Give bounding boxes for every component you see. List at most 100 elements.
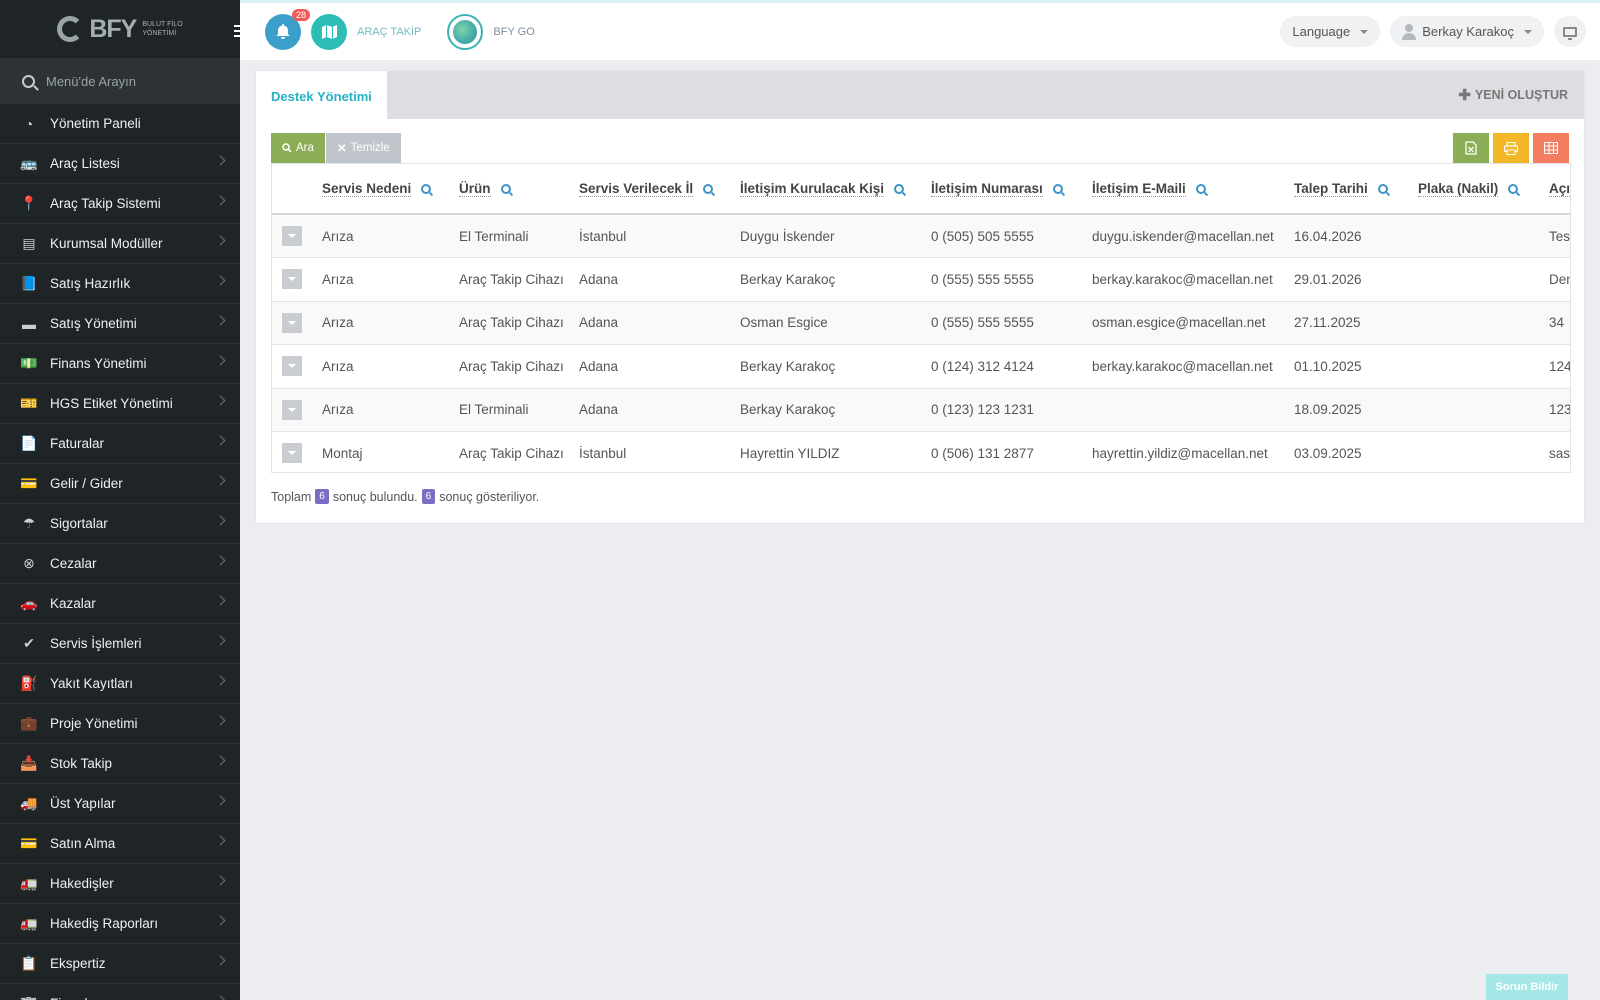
clear-button[interactable]: ✕ Temizle: [326, 133, 401, 163]
column-filter-search-icon[interactable]: [500, 184, 511, 194]
sidebar-item-11[interactable]: ⊗ Cezalar: [0, 544, 240, 584]
hamburger-menu-icon[interactable]: [223, 14, 240, 48]
sidebar-item-label: Faturalar: [50, 436, 105, 451]
display-button[interactable]: [1554, 16, 1586, 47]
sidebar-item-2[interactable]: 📍 Araç Takip Sistemi: [0, 184, 240, 224]
bfy-go-logo-icon: [453, 19, 478, 44]
expand-row-button[interactable]: [282, 226, 302, 246]
table-row[interactable]: Arıza Araç Takip Cihazı Adana Osman Esgice 0…: [272, 301, 1570, 345]
sidebar-item-label: Satın Alma: [50, 836, 116, 851]
sidebar-item-1[interactable]: 🚌 Araç Listesi: [0, 144, 240, 184]
bfy-go-link[interactable]: BFY GO: [493, 26, 534, 38]
user-menu[interactable]: Berkay Karakoç: [1390, 16, 1544, 47]
report-issue-button[interactable]: Sorun Bildir: [1486, 974, 1568, 1000]
sidebar-item-6[interactable]: 💵 Finans Yönetimi: [0, 344, 240, 384]
expand-row-button[interactable]: [282, 269, 302, 290]
column-header[interactable]: Talep Tarihi: [1294, 164, 1418, 215]
money-icon: 💵: [20, 355, 38, 371]
sidebar-item-7[interactable]: 🎫 HGS Etiket Yönetimi: [0, 384, 240, 424]
sidebar-item-22[interactable]: 🏢 Firmalar: [0, 984, 240, 1000]
table-row[interactable]: Arıza Araç Takip Cihazı Adana Berkay Karako…: [272, 257, 1570, 302]
columns-button[interactable]: [1533, 133, 1569, 163]
table-row[interactable]: Arıza El Terminali İstanbul Duygu İskender 0…: [272, 214, 1570, 258]
expand-row-button[interactable]: [282, 312, 302, 333]
column-header[interactable]: Servis Verilecek İl: [579, 164, 740, 215]
table-cell: 0 (124) 312 4124: [931, 344, 1092, 389]
column-header[interactable]: İletişim Numarası: [931, 164, 1092, 215]
column-header[interactable]: Servis Nedeni: [322, 164, 459, 215]
inbox-icon: 📥: [20, 755, 38, 771]
sidebar-item-10[interactable]: ☂ Sigortalar: [0, 504, 240, 544]
arac-takip-link[interactable]: ARAÇ TAKİP: [357, 26, 421, 38]
table-cell: 0 (123) 123 1231: [931, 388, 1092, 432]
column-header[interactable]: Açıl: [1549, 164, 1570, 215]
table-cell: [1418, 301, 1549, 345]
sidebar-item-0[interactable]: ◔ Yönetim Paneli: [0, 104, 240, 144]
chevron-right-icon: [215, 915, 226, 926]
sidebar-item-3[interactable]: ▤ Kurumsal Modüller: [0, 224, 240, 264]
logo[interactable]: BFY BULUT FİLO YÖNETİMİ: [57, 14, 183, 44]
print-button[interactable]: [1493, 133, 1529, 163]
map-button[interactable]: [311, 13, 347, 50]
table-cell: Berkay Karakoç: [740, 257, 931, 302]
sidebar-item-20[interactable]: 🚛 Hakediş Raporları: [0, 904, 240, 944]
sidebar-item-4[interactable]: 📘 Satış Hazırlık: [0, 264, 240, 304]
chevron-right-icon: [215, 435, 226, 446]
table-row[interactable]: Arıza Araç Takip Cihazı Adana Berkay Karako…: [272, 344, 1570, 389]
table-cell: Test: [1549, 214, 1570, 258]
chevron-right-icon: [215, 875, 226, 886]
column-header[interactable]: Ürün: [459, 164, 579, 215]
result-summary: Toplam 6 sonuç bulundu. 6 sonuç gösteril…: [271, 489, 539, 504]
sidebar-item-14[interactable]: ⛽ Yakıt Kayıtları: [0, 664, 240, 704]
sidebar-item-15[interactable]: 💼 Proje Yönetimi: [0, 704, 240, 744]
map-pin-icon: 📍: [20, 195, 38, 211]
column-filter-search-icon[interactable]: [703, 184, 714, 194]
column-filter-search-icon[interactable]: [1195, 184, 1206, 194]
sidebar-item-13[interactable]: ✔ Servis İşlemleri: [0, 624, 240, 664]
bfy-go-button[interactable]: [447, 13, 484, 50]
sidebar-item-5[interactable]: ▬ Satış Yönetimi: [0, 304, 240, 344]
column-header[interactable]: İletişim E-Maili: [1092, 164, 1294, 215]
column-filter-search-icon[interactable]: [1052, 184, 1063, 194]
column-filter-search-icon[interactable]: [894, 184, 905, 194]
sidebar-item-12[interactable]: 🚗 Kazalar: [0, 584, 240, 624]
sidebar-item-label: Araç Listesi: [50, 156, 120, 171]
chevron-right-icon: [215, 835, 226, 846]
sidebar-item-21[interactable]: 📋 Ekspertiz: [0, 944, 240, 984]
column-filter-search-icon[interactable]: [1508, 184, 1519, 194]
table-row[interactable]: Arıza El Terminali Adana Berkay Karakoç 0 (1…: [272, 388, 1570, 432]
credit-card-icon: 💳: [20, 835, 38, 851]
column-header-label: İletişim Numarası: [931, 181, 1043, 197]
logo-subtitle-line2: YÖNETİMİ: [142, 30, 177, 37]
column-header[interactable]: İletişim Kurulacak Kişi: [740, 164, 931, 215]
table-cell: Araç Takip Cihazı: [459, 257, 579, 302]
chevron-down-icon: [288, 364, 296, 369]
monitor-icon: [1563, 26, 1577, 40]
column-filter-search-icon[interactable]: [421, 184, 432, 194]
expand-row-button[interactable]: [282, 443, 302, 464]
notifications-button[interactable]: 28: [265, 8, 310, 50]
table-cell: 27.11.2025: [1294, 301, 1418, 345]
table-cell: 0 (506) 131 2877: [931, 431, 1092, 472]
sidebar-item-17[interactable]: 🚚 Üst Yapılar: [0, 784, 240, 824]
tab-destek-yonetimi[interactable]: Destek Yönetimi: [256, 71, 387, 119]
language-dropdown[interactable]: Language: [1280, 16, 1381, 47]
menu-search[interactable]: Menü'de Arayın: [0, 58, 240, 104]
sidebar-item-18[interactable]: 💳 Satın Alma: [0, 824, 240, 864]
logo-text: BFY: [89, 14, 137, 43]
expand-row-button[interactable]: [282, 399, 302, 420]
expand-row-button[interactable]: [282, 356, 302, 377]
logo-subtitle: BULUT FİLO YÖNETİMİ: [142, 20, 182, 38]
search-button[interactable]: Ara: [271, 133, 325, 163]
sidebar-item-8[interactable]: 📄 Faturalar: [0, 424, 240, 464]
sidebar-item-16[interactable]: 📥 Stok Takip: [0, 744, 240, 784]
new-create-button[interactable]: ✚ YENİ OLUŞTUR: [1458, 71, 1568, 119]
column-filter-search-icon[interactable]: [1377, 184, 1388, 194]
export-excel-button[interactable]: [1453, 133, 1489, 163]
sidebar-item-19[interactable]: 🚛 Hakedişler: [0, 864, 240, 904]
table-row[interactable]: Montaj Araç Takip Cihazı İstanbul Hayrettin…: [272, 431, 1570, 472]
sidebar-item-9[interactable]: 💳 Gelir / Gider: [0, 464, 240, 504]
column-header[interactable]: Plaka (Nakil): [1418, 164, 1549, 215]
menu-search-input[interactable]: Menü'de Arayın: [46, 74, 136, 89]
chevron-down-icon: [1360, 29, 1369, 34]
